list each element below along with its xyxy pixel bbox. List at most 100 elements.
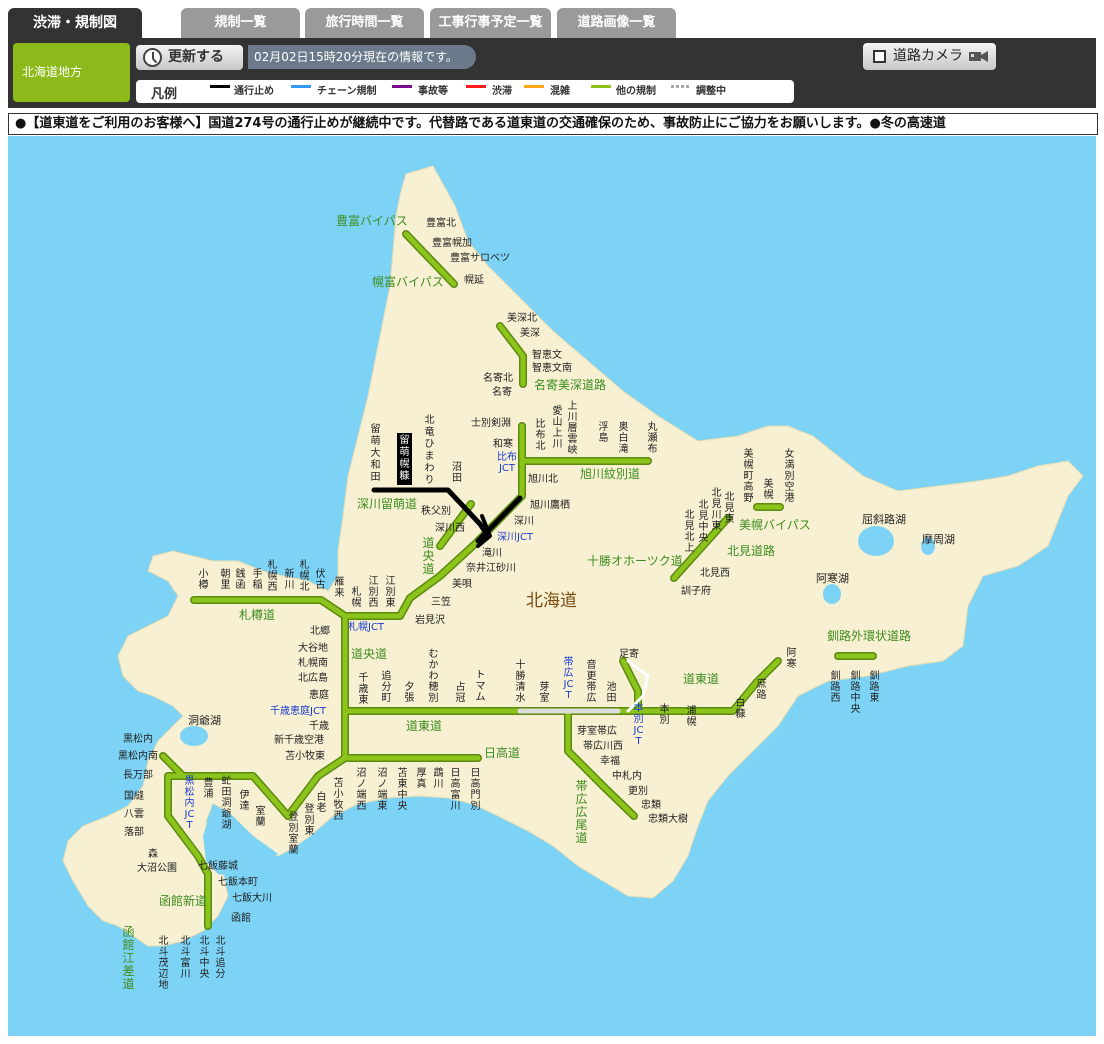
ic-label[interactable]: 北見西 [700, 568, 730, 579]
ic-label[interactable]: 追分町 [381, 671, 392, 704]
ic-label[interactable]: 訓子府 [681, 586, 711, 597]
ic-label[interactable]: 美幌町高野 [743, 449, 754, 504]
ic-label[interactable]: 比布北 [535, 419, 546, 452]
ic-label[interactable]: 三笠 [431, 597, 451, 608]
ic-label[interactable]: 長万部 [123, 770, 153, 781]
ic-label[interactable]: 森 [148, 849, 158, 860]
checkbox-icon[interactable] [873, 50, 886, 63]
road-kushiro-outer[interactable]: 釧路外環状道路 [827, 630, 911, 642]
ic-label[interactable]: 美唄 [452, 579, 472, 590]
ic-label[interactable]: 江別東 [385, 576, 396, 609]
ic-label-jct[interactable]: 千歳恵庭JCT [270, 706, 326, 717]
ic-label[interactable]: 豊富北 [426, 218, 456, 229]
region-selector[interactable]: 北海道地方 [13, 43, 130, 102]
road-nayoro-bifuka[interactable]: 名寄美深道路 [534, 379, 606, 391]
ic-label[interactable]: 丸瀬布 [647, 422, 658, 455]
ic-label[interactable]: 女満別空港 [784, 449, 795, 504]
ic-label[interactable]: 美深北 [507, 313, 537, 324]
ic-label[interactable]: トマム [475, 670, 486, 703]
road-sasshu[interactable]: 札樽道 [239, 609, 275, 621]
ic-label[interactable]: 北竜ひまわり [424, 415, 435, 487]
ic-label[interactable]: 智恵文 [532, 350, 562, 361]
ic-label[interactable]: 音更帯広 [586, 660, 597, 704]
ic-label[interactable]: 八雲 [124, 809, 144, 820]
ic-label[interactable]: 奥白滝 [618, 422, 629, 455]
ic-label[interactable]: 芽室 [539, 682, 550, 704]
ic-label[interactable]: 苫小牧西 [333, 778, 344, 822]
ic-label[interactable]: 札幌西 [267, 560, 278, 593]
ic-label[interactable]: 夕張 [404, 682, 415, 704]
tab-travel-time[interactable]: 旅行時間一覧 [305, 8, 424, 38]
ic-label[interactable]: 中札内 [612, 771, 642, 782]
ic-label[interactable]: 深川西 [435, 523, 465, 534]
ic-label-jct[interactable]: 札幌JCT [348, 622, 384, 633]
ic-label[interactable]: 士別剣淵 [471, 418, 511, 429]
ic-label[interactable]: 沼ノ端東 [377, 768, 388, 812]
ic-label[interactable]: 黒松内南 [118, 751, 158, 762]
ic-label[interactable]: 奈井江砂川 [466, 563, 516, 574]
ic-label[interactable]: 江別西 [368, 576, 379, 609]
ic-label[interactable]: 七飯大川 [232, 893, 272, 904]
ic-label[interactable]: 北見中央 [698, 500, 709, 544]
ic-label[interactable]: 七飯藤城 [198, 861, 238, 872]
tab-road-images[interactable]: 道路画像一覧 [557, 8, 676, 38]
road-doutou-east[interactable]: 道東道 [683, 673, 719, 685]
ic-label[interactable]: 苫東中央 [397, 768, 408, 812]
ic-label[interactable]: 北見川東 [711, 488, 722, 532]
ic-label[interactable]: 芽室帯広 [577, 726, 617, 737]
road-doou-south[interactable]: 道央道 [351, 648, 387, 660]
ic-label[interactable]: 名寄 [492, 387, 512, 398]
ic-label-jct[interactable]: 深川JCT [497, 532, 533, 543]
ic-label[interactable]: 登別東 [304, 804, 315, 837]
ic-label[interactable]: 釧路東 [869, 671, 880, 704]
road-doutou[interactable]: 道東道 [406, 720, 442, 732]
ic-label[interactable]: 日高富川 [450, 768, 461, 812]
road-obihiro-hiroo[interactable]: 帯広広尾道 [575, 780, 588, 845]
ic-label[interactable]: 銭函 [235, 569, 246, 591]
ic-label[interactable]: 札幌北 [299, 560, 310, 593]
ic-label[interactable]: 北見北上 [684, 510, 695, 554]
ic-label[interactable]: 豊浦 [203, 778, 214, 800]
ic-label[interactable]: 忠類 [641, 800, 661, 811]
ic-label[interactable]: 更別 [628, 786, 648, 797]
road-bihoro-bypass[interactable]: 美幌バイパス [739, 519, 811, 531]
ic-label[interactable]: 小樽 [198, 569, 209, 591]
ic-label[interactable]: 池田 [606, 682, 617, 704]
ic-label[interactable]: 日高門別 [470, 768, 481, 812]
ic-label[interactable]: 室蘭 [255, 806, 266, 828]
ic-label[interactable]: 豊富幌加 [432, 238, 472, 249]
ic-label[interactable]: 浮島 [598, 422, 609, 444]
ic-label[interactable]: 登別室蘭 [288, 812, 299, 856]
ic-label[interactable]: 手稲 [252, 569, 263, 591]
road-camera-toggle[interactable]: 道路カメラ [863, 43, 996, 70]
ic-label[interactable]: 七飯本町 [218, 877, 258, 888]
ic-label[interactable]: 函館 [231, 913, 251, 924]
ic-label[interactable]: 幌延 [464, 275, 484, 286]
ic-label[interactable]: 旭川鷹栖 [530, 500, 570, 511]
ic-label[interactable]: 白糠 [735, 698, 746, 720]
road-toyotomi-bypass[interactable]: 豊富バイパス [336, 215, 408, 227]
ic-label[interactable]: 智恵文南 [532, 363, 572, 374]
ic-label[interactable]: 秩父別 [421, 506, 451, 517]
ic-label[interactable]: 足寄 [619, 649, 639, 660]
ic-label[interactable]: 虻田洞爺湖 [221, 776, 232, 831]
ic-label[interactable]: 岩見沢 [415, 615, 445, 626]
ic-label[interactable]: 十勝清水 [515, 660, 526, 704]
ic-label[interactable]: 厚真 [416, 768, 427, 790]
ic-label[interactable]: 幸福 [600, 756, 620, 767]
ic-label[interactable]: 和寒 [493, 439, 513, 450]
ic-label[interactable]: 北斗茂辺地 [158, 936, 169, 991]
ic-label[interactable]: 北斗中央 [199, 936, 210, 980]
ic-label[interactable]: 伊達 [239, 790, 250, 812]
ic-label[interactable]: 北見東 [724, 492, 735, 525]
ic-label[interactable]: 豊富サロベツ [450, 253, 510, 264]
ic-label[interactable]: 新千歳空港 [274, 735, 324, 746]
ic-label[interactable]: 美深 [520, 328, 540, 339]
ic-label[interactable]: 帯広川西 [583, 741, 623, 752]
ic-label[interactable]: 滝川 [482, 548, 502, 559]
road-kitami[interactable]: 北見道路 [727, 545, 775, 557]
tab-construction[interactable]: 工事行事予定一覧 [430, 8, 551, 38]
ic-label[interactable]: 鵡川 [433, 768, 444, 790]
ic-label[interactable]: 留萌大和田 [370, 424, 381, 484]
ic-label[interactable]: 沼ノ端西 [356, 768, 367, 812]
